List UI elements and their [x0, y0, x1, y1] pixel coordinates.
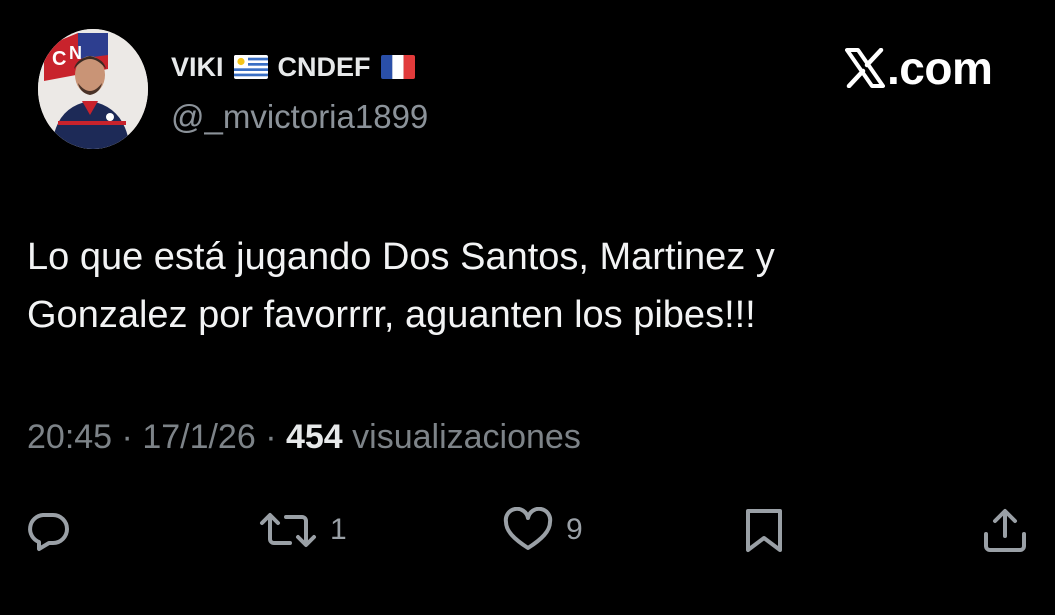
bookmark-button[interactable] — [742, 506, 788, 554]
retweet-count: 1 — [330, 513, 347, 546]
avatar[interactable]: C N — [38, 29, 148, 149]
meta-separator: · — [112, 418, 143, 456]
x-com-text: .com — [887, 42, 993, 94]
uruguay-flag-icon — [233, 55, 268, 79]
profile-photo: C N — [38, 29, 148, 149]
like-count: 9 — [566, 513, 583, 546]
display-name-part2: CNDEF — [277, 51, 371, 82]
tweet-text: Lo que está jugando Dos Santos, Martinez… — [27, 228, 1027, 344]
x-logo-icon — [845, 48, 885, 88]
tweet-text-line1: Lo que está jugando Dos Santos, Martinez… — [27, 236, 775, 278]
tweet-card: C N VIKI CNDEF @_mvictoria1899 .com Lo q… — [0, 0, 1055, 615]
meta-separator: · — [255, 418, 286, 456]
heart-icon — [502, 507, 554, 553]
display-name[interactable]: VIKI CNDEF — [171, 50, 415, 84]
x-com-logo: .com — [845, 40, 993, 96]
tweet-meta: 20:45 · 17/1/26 · 454 visualizaciones — [27, 418, 581, 457]
display-name-part1: VIKI — [171, 51, 224, 82]
reply-icon — [25, 507, 71, 553]
tweet-time[interactable]: 20:45 — [27, 418, 112, 456]
retweet-icon — [258, 507, 318, 553]
reply-button[interactable] — [25, 506, 71, 554]
svg-text:C: C — [52, 48, 66, 70]
user-handle[interactable]: @_mvictoria1899 — [171, 98, 428, 136]
tweet-date[interactable]: 17/1/26 — [142, 418, 255, 456]
bookmark-icon — [742, 506, 788, 554]
share-icon — [980, 506, 1030, 554]
like-button[interactable]: 9 — [502, 506, 583, 554]
views-count: 454 — [285, 418, 343, 456]
share-button[interactable] — [980, 506, 1030, 554]
tweet-text-line2: Gonzalez por favorrrr, aguanten los pibe… — [27, 294, 756, 336]
retweet-button[interactable]: 1 — [258, 506, 347, 554]
views-label: visualizaciones — [342, 418, 581, 456]
france-flag-icon — [380, 55, 415, 79]
